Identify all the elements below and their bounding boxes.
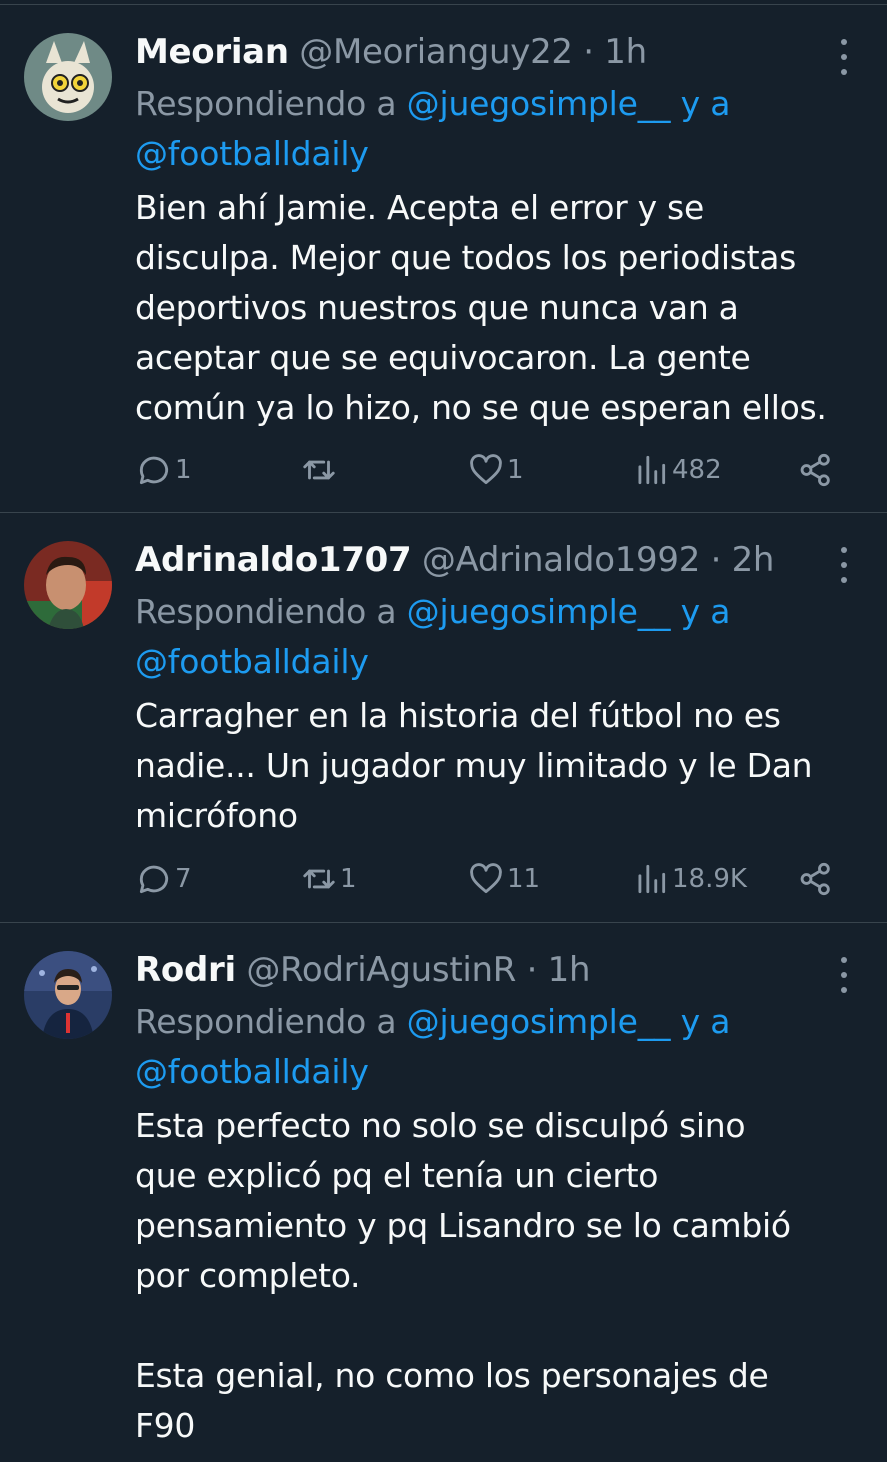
like-button[interactable]: 1 (467, 450, 524, 490)
replying-to-label: Respondiendo a (135, 84, 407, 123)
retweet-arrows-icon (303, 869, 335, 889)
views-button[interactable]: 18.9K (632, 859, 747, 899)
tweet-header: Meorian @Meorianguy22 · 1h (135, 25, 860, 79)
ellipsis-dot (841, 987, 847, 993)
share-button[interactable] (797, 450, 835, 490)
tweet-header: Adrinaldo1707 @Adrinaldo1992 · 2h (135, 533, 860, 587)
retweet-count: 1 (340, 864, 357, 894)
tweet-item[interactable]: Adrinaldo1707 @Adrinaldo1992 · 2h Respon… (0, 513, 887, 923)
mention-link[interactable]: @footballdaily (135, 134, 369, 173)
views-count: 482 (672, 455, 722, 485)
more-options-button[interactable] (837, 39, 851, 75)
mention-link[interactable]: @juegosimple__ (407, 84, 671, 123)
more-options-button[interactable] (837, 547, 851, 583)
author-handle[interactable]: @Meorianguy22 (299, 32, 573, 72)
views-count: 18.9K (672, 864, 747, 894)
replying-to: Respondiendo a @juegosimple__ y a @footb… (135, 587, 860, 687)
share-button[interactable] (797, 859, 835, 899)
bar-chart-icon (638, 455, 666, 485)
share-nodes-icon (800, 862, 830, 896)
ellipsis-dot (841, 69, 847, 75)
like-count: 11 (507, 864, 541, 894)
replying-to-and[interactable]: y a (670, 84, 731, 123)
replying-to-label: Respondiendo a (135, 1002, 407, 1041)
mention-link[interactable]: @footballdaily (135, 642, 369, 681)
replying-to-label: Respondiendo a (135, 592, 407, 631)
timestamp[interactable]: · 2h (711, 540, 775, 580)
reply-count: 1 (175, 455, 192, 485)
reply-button[interactable]: 7 (135, 859, 192, 899)
avatar[interactable] (24, 951, 112, 1039)
timestamp[interactable]: · 1h (583, 32, 647, 72)
retweet-arrows-icon (303, 460, 335, 480)
speech-bubble-icon (139, 865, 169, 894)
vertical-ellipsis-icon (841, 957, 847, 963)
tweet-actions: 7 1 11 18.9K (135, 859, 835, 899)
replying-to: Respondiendo a @juegosimple__ y a @footb… (135, 997, 860, 1097)
tweet-actions: 1 1 482 (135, 450, 835, 490)
ellipsis-dot (841, 562, 847, 568)
tweet-header: Rodri @RodriAgustinR · 1h (135, 943, 860, 997)
share-nodes-icon (800, 453, 830, 487)
retweet-button[interactable] (300, 450, 340, 490)
ellipsis-dot (841, 972, 847, 978)
vertical-ellipsis-icon (841, 39, 847, 45)
tweet-text: Carragher en la historia del fútbol no e… (135, 696, 813, 835)
tweet-item[interactable]: Meorian @Meorianguy22 · 1h Respondiendo … (0, 5, 887, 513)
tweet-text: Bien ahí Jamie. Acepta el error y se dis… (135, 188, 827, 427)
bar-chart-icon (638, 864, 666, 894)
reply-count: 7 (175, 864, 192, 894)
more-options-button[interactable] (837, 957, 851, 993)
mention-link[interactable]: @footballdaily (135, 1052, 369, 1091)
ellipsis-dot (841, 54, 847, 60)
heart-icon (470, 863, 502, 894)
author-handle[interactable]: @RodriAgustinR (246, 950, 516, 990)
heart-icon (470, 454, 502, 485)
avatar[interactable] (24, 33, 112, 121)
views-button[interactable]: 482 (632, 450, 722, 490)
replying-to-and[interactable]: y a (670, 1002, 731, 1041)
reply-feed: Meorian @Meorianguy22 · 1h Respondiendo … (0, 0, 887, 1462)
speech-bubble-icon (139, 456, 169, 485)
avatar[interactable] (24, 541, 112, 629)
like-count: 1 (507, 455, 524, 485)
author-name[interactable]: Adrinaldo1707 (135, 540, 412, 580)
tweet-item[interactable]: Rodri @RodriAgustinR · 1h Respondiendo a… (0, 923, 887, 1462)
vertical-ellipsis-icon (841, 547, 847, 553)
retweet-button[interactable]: 1 (300, 859, 357, 899)
author-handle[interactable]: @Adrinaldo1992 (422, 540, 701, 580)
reply-button[interactable]: 1 (135, 450, 192, 490)
timestamp[interactable]: · 1h (527, 950, 591, 990)
mention-link[interactable]: @juegosimple__ (407, 592, 671, 631)
author-name[interactable]: Meorian (135, 32, 289, 72)
mention-link[interactable]: @juegosimple__ (407, 1002, 671, 1041)
ellipsis-dot (841, 577, 847, 583)
author-name[interactable]: Rodri (135, 950, 236, 990)
tweet-text: Esta perfecto no solo se disculpó sino q… (135, 1106, 791, 1445)
replying-to-and[interactable]: y a (670, 592, 731, 631)
replying-to: Respondiendo a @juegosimple__ y a @footb… (135, 79, 860, 179)
like-button[interactable]: 11 (467, 859, 540, 899)
